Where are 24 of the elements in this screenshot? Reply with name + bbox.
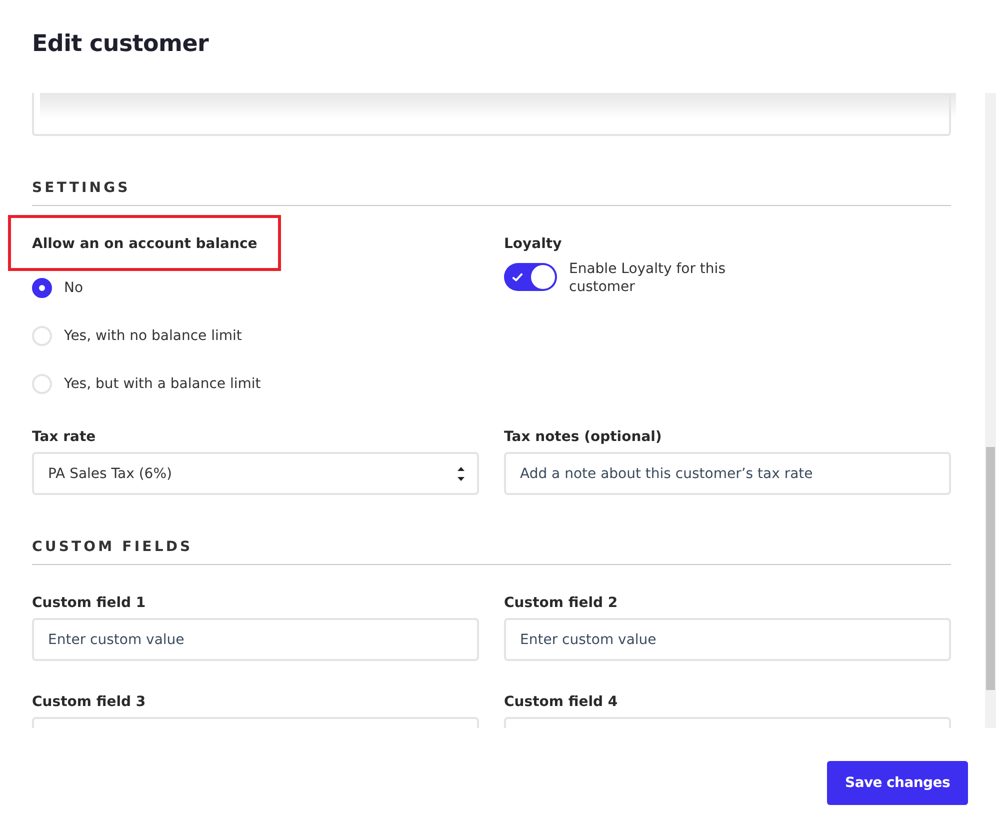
radio-button[interactable] bbox=[32, 278, 52, 298]
option-label: Yes, with no balance limit bbox=[64, 328, 242, 344]
toggle-switch[interactable] bbox=[504, 263, 557, 291]
option-label: Yes, but with a balance limit bbox=[64, 376, 261, 392]
text-field[interactable]: Enter custom value bbox=[32, 618, 479, 661]
field-label: Allow an on account balance bbox=[32, 235, 258, 253]
text-field[interactable]: Enter custom value bbox=[504, 618, 951, 661]
dialog-title: Edit customer bbox=[31, 30, 210, 59]
field-label: Loyalty bbox=[504, 235, 563, 253]
text-field[interactable]: Add a note about this customer’s tax rate bbox=[504, 452, 951, 495]
save-button[interactable]: Save changes bbox=[827, 761, 968, 805]
field-label: Custom field 4 bbox=[504, 693, 619, 711]
field-label: Custom field 1 bbox=[32, 594, 147, 612]
field-label: Custom field 2 bbox=[504, 594, 619, 612]
field-label: Custom field 3 bbox=[32, 693, 147, 711]
select-field[interactable]: PA Sales Tax (6%) bbox=[32, 452, 479, 495]
section-heading: SETTINGS bbox=[32, 180, 951, 206]
field-label: Tax rate bbox=[32, 428, 97, 446]
text-area[interactable] bbox=[32, 93, 951, 136]
field-label: Tax notes (optional) bbox=[504, 428, 663, 446]
section-heading: CUSTOM FIELDS bbox=[32, 539, 951, 565]
toggle-label: Enable Loyalty for this customer bbox=[569, 260, 726, 296]
option-label: No bbox=[64, 280, 84, 296]
check-icon bbox=[512, 273, 523, 282]
